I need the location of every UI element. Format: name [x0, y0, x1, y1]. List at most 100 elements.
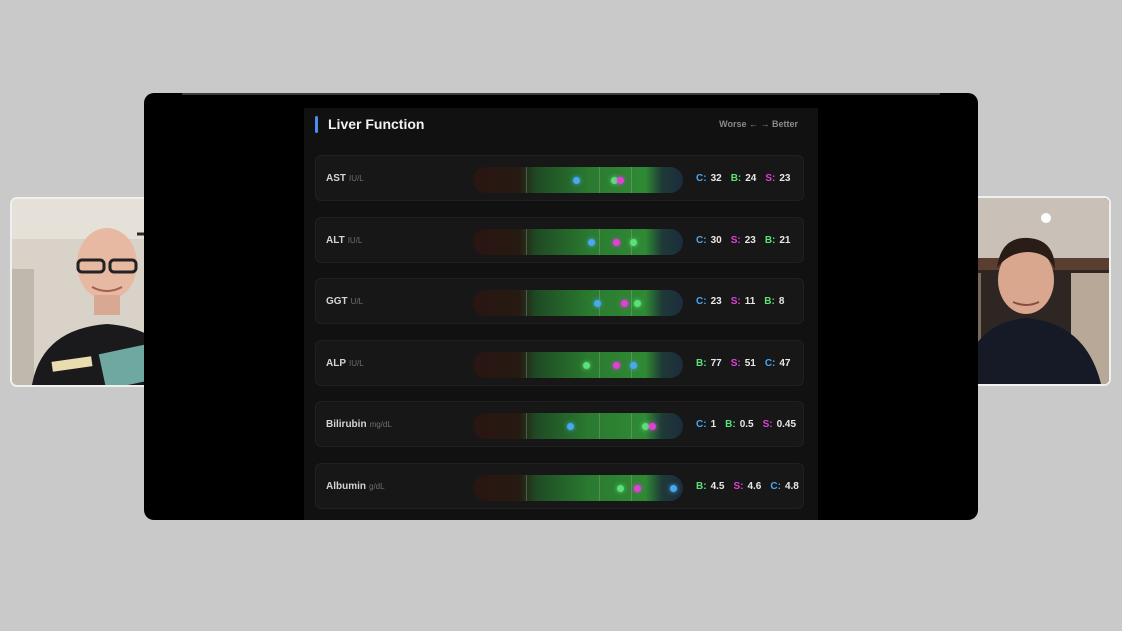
value-number: 8 — [778, 296, 785, 307]
marker-values: C: 30 S: 23 B: 21 — [696, 235, 800, 246]
marker-name-text: ALP — [326, 357, 346, 369]
value-key: C: — [696, 173, 707, 184]
value-item: B: 0.5 — [725, 419, 753, 430]
shared-screen: Liver Function Worse ← → Better AST IU/L C… — [144, 93, 978, 520]
value-number: 23 — [744, 234, 756, 246]
range-divider — [525, 167, 527, 193]
range-divider — [599, 474, 600, 501]
marker-dot-s — [621, 300, 629, 307]
marker-dot-c — [566, 423, 574, 430]
marker-values: C: 1 B: 0.5 S: 0.45 — [696, 419, 805, 430]
range-divider — [525, 474, 527, 501]
range-divider — [630, 290, 632, 316]
marker-name-text: ALT — [326, 234, 345, 246]
value-number: 4.6 — [747, 480, 762, 492]
marker-unit: IU/L — [349, 358, 364, 368]
value-item: S: 0.45 — [763, 419, 796, 430]
marker-dot-b — [583, 361, 591, 369]
marker-name-text: Albumin — [326, 480, 366, 492]
range-bar — [473, 351, 683, 378]
value-number: 32 — [710, 173, 722, 184]
marker-row-ast: AST IU/L C: 32 B: 24 S: 23 — [315, 155, 804, 201]
marker-name: Albumin g/dL — [326, 481, 385, 492]
value-item: B: 4.5 — [696, 481, 724, 492]
value-item: S: 4.6 — [733, 481, 761, 492]
value-key: S: — [730, 357, 741, 369]
value-number: 4.5 — [710, 480, 725, 492]
marker-row-albumin: Albumin g/dL B: 4.5 S: 4.6 C: 4.8 — [315, 462, 804, 509]
value-number: 47 — [779, 357, 791, 369]
range-bar — [473, 474, 683, 501]
value-number: 23 — [779, 173, 791, 184]
worse-better-legend: Worse ← → Better — [719, 119, 798, 129]
range-bar — [473, 167, 683, 193]
range-divider — [630, 167, 632, 193]
value-number: 0.45 — [776, 419, 797, 430]
marker-values: C: 23 S: 11 B: 8 — [696, 296, 793, 307]
marker-dot-c — [572, 177, 580, 184]
marker-unit: mg/dL — [369, 420, 392, 429]
marker-name: AST IU/L — [326, 173, 364, 184]
marker-row-alp: ALP IU/L B: 77 S: 51 C: 47 — [315, 339, 804, 386]
value-key: S: — [765, 173, 776, 184]
marker-unit: U/L — [350, 297, 364, 306]
marker-dot-c — [629, 361, 637, 369]
marker-name: ALT IU/L — [326, 235, 362, 246]
value-item: S: 51 — [731, 358, 756, 369]
marker-unit: g/dL — [369, 481, 385, 491]
value-item: B: 8 — [764, 296, 784, 307]
marker-dot-b — [617, 484, 624, 492]
value-number: 24 — [745, 173, 757, 184]
value-key: C: — [764, 357, 776, 369]
value-key: B: — [764, 234, 776, 246]
value-number: 23 — [710, 296, 722, 307]
value-number: 0.5 — [739, 419, 754, 430]
value-item: B: 24 — [731, 173, 757, 184]
value-number: 30 — [710, 234, 722, 246]
value-key: B: — [696, 357, 707, 369]
marker-dot-s — [612, 238, 620, 246]
range-divider — [525, 413, 527, 439]
marker-dot-b — [629, 238, 637, 246]
value-key: S: — [733, 480, 744, 492]
screen-top-edge — [182, 93, 940, 95]
value-key: B: — [696, 480, 707, 492]
range-divider — [599, 413, 600, 439]
marker-dot-s — [633, 484, 641, 492]
marker-dot-c — [587, 238, 595, 246]
marker-name-text: AST — [326, 173, 346, 184]
value-key: S: — [730, 234, 741, 246]
value-key: B: — [764, 296, 775, 307]
marker-unit: IU/L — [349, 174, 364, 183]
marker-row-alt: ALT IU/L C: 30 S: 23 B: 21 — [315, 216, 804, 263]
marker-row-ggt: GGT U/L C: 23 S: 11 B: 8 — [315, 278, 804, 324]
marker-name-text: GGT — [326, 296, 348, 307]
marker-dot-s — [612, 361, 620, 369]
marker-row-bilirubin: Bilirubin mg/dL C: 1 B: 0.5 S: 0.45 — [315, 401, 804, 447]
marker-values: C: 32 B: 24 S: 23 — [696, 173, 800, 184]
panel-title: Liver Function — [328, 116, 425, 132]
value-item: C: 1 — [696, 419, 716, 430]
range-divider — [525, 228, 527, 255]
value-number: 1 — [710, 419, 717, 430]
marker-dot-c — [669, 484, 677, 492]
value-item: S: 11 — [731, 296, 756, 307]
marker-name: GGT U/L — [326, 296, 363, 307]
value-key: C: — [770, 480, 781, 492]
value-item: S: 23 — [765, 173, 790, 184]
value-key: S: — [730, 296, 741, 307]
value-item: S: 23 — [731, 235, 756, 246]
value-key: C: — [696, 296, 707, 307]
value-item: B: 77 — [696, 358, 722, 369]
value-key: B: — [730, 173, 742, 184]
title-accent-bar — [315, 116, 318, 133]
value-key: S: — [762, 419, 773, 430]
range-divider — [599, 167, 600, 193]
value-item: C: 23 — [696, 296, 722, 307]
value-key: B: — [725, 419, 736, 430]
value-item: C: 4.8 — [770, 481, 798, 492]
marker-dot-s — [617, 177, 624, 184]
range-divider — [599, 228, 600, 255]
marker-name: Bilirubin mg/dL — [326, 419, 392, 430]
value-item: C: 30 — [696, 235, 722, 246]
